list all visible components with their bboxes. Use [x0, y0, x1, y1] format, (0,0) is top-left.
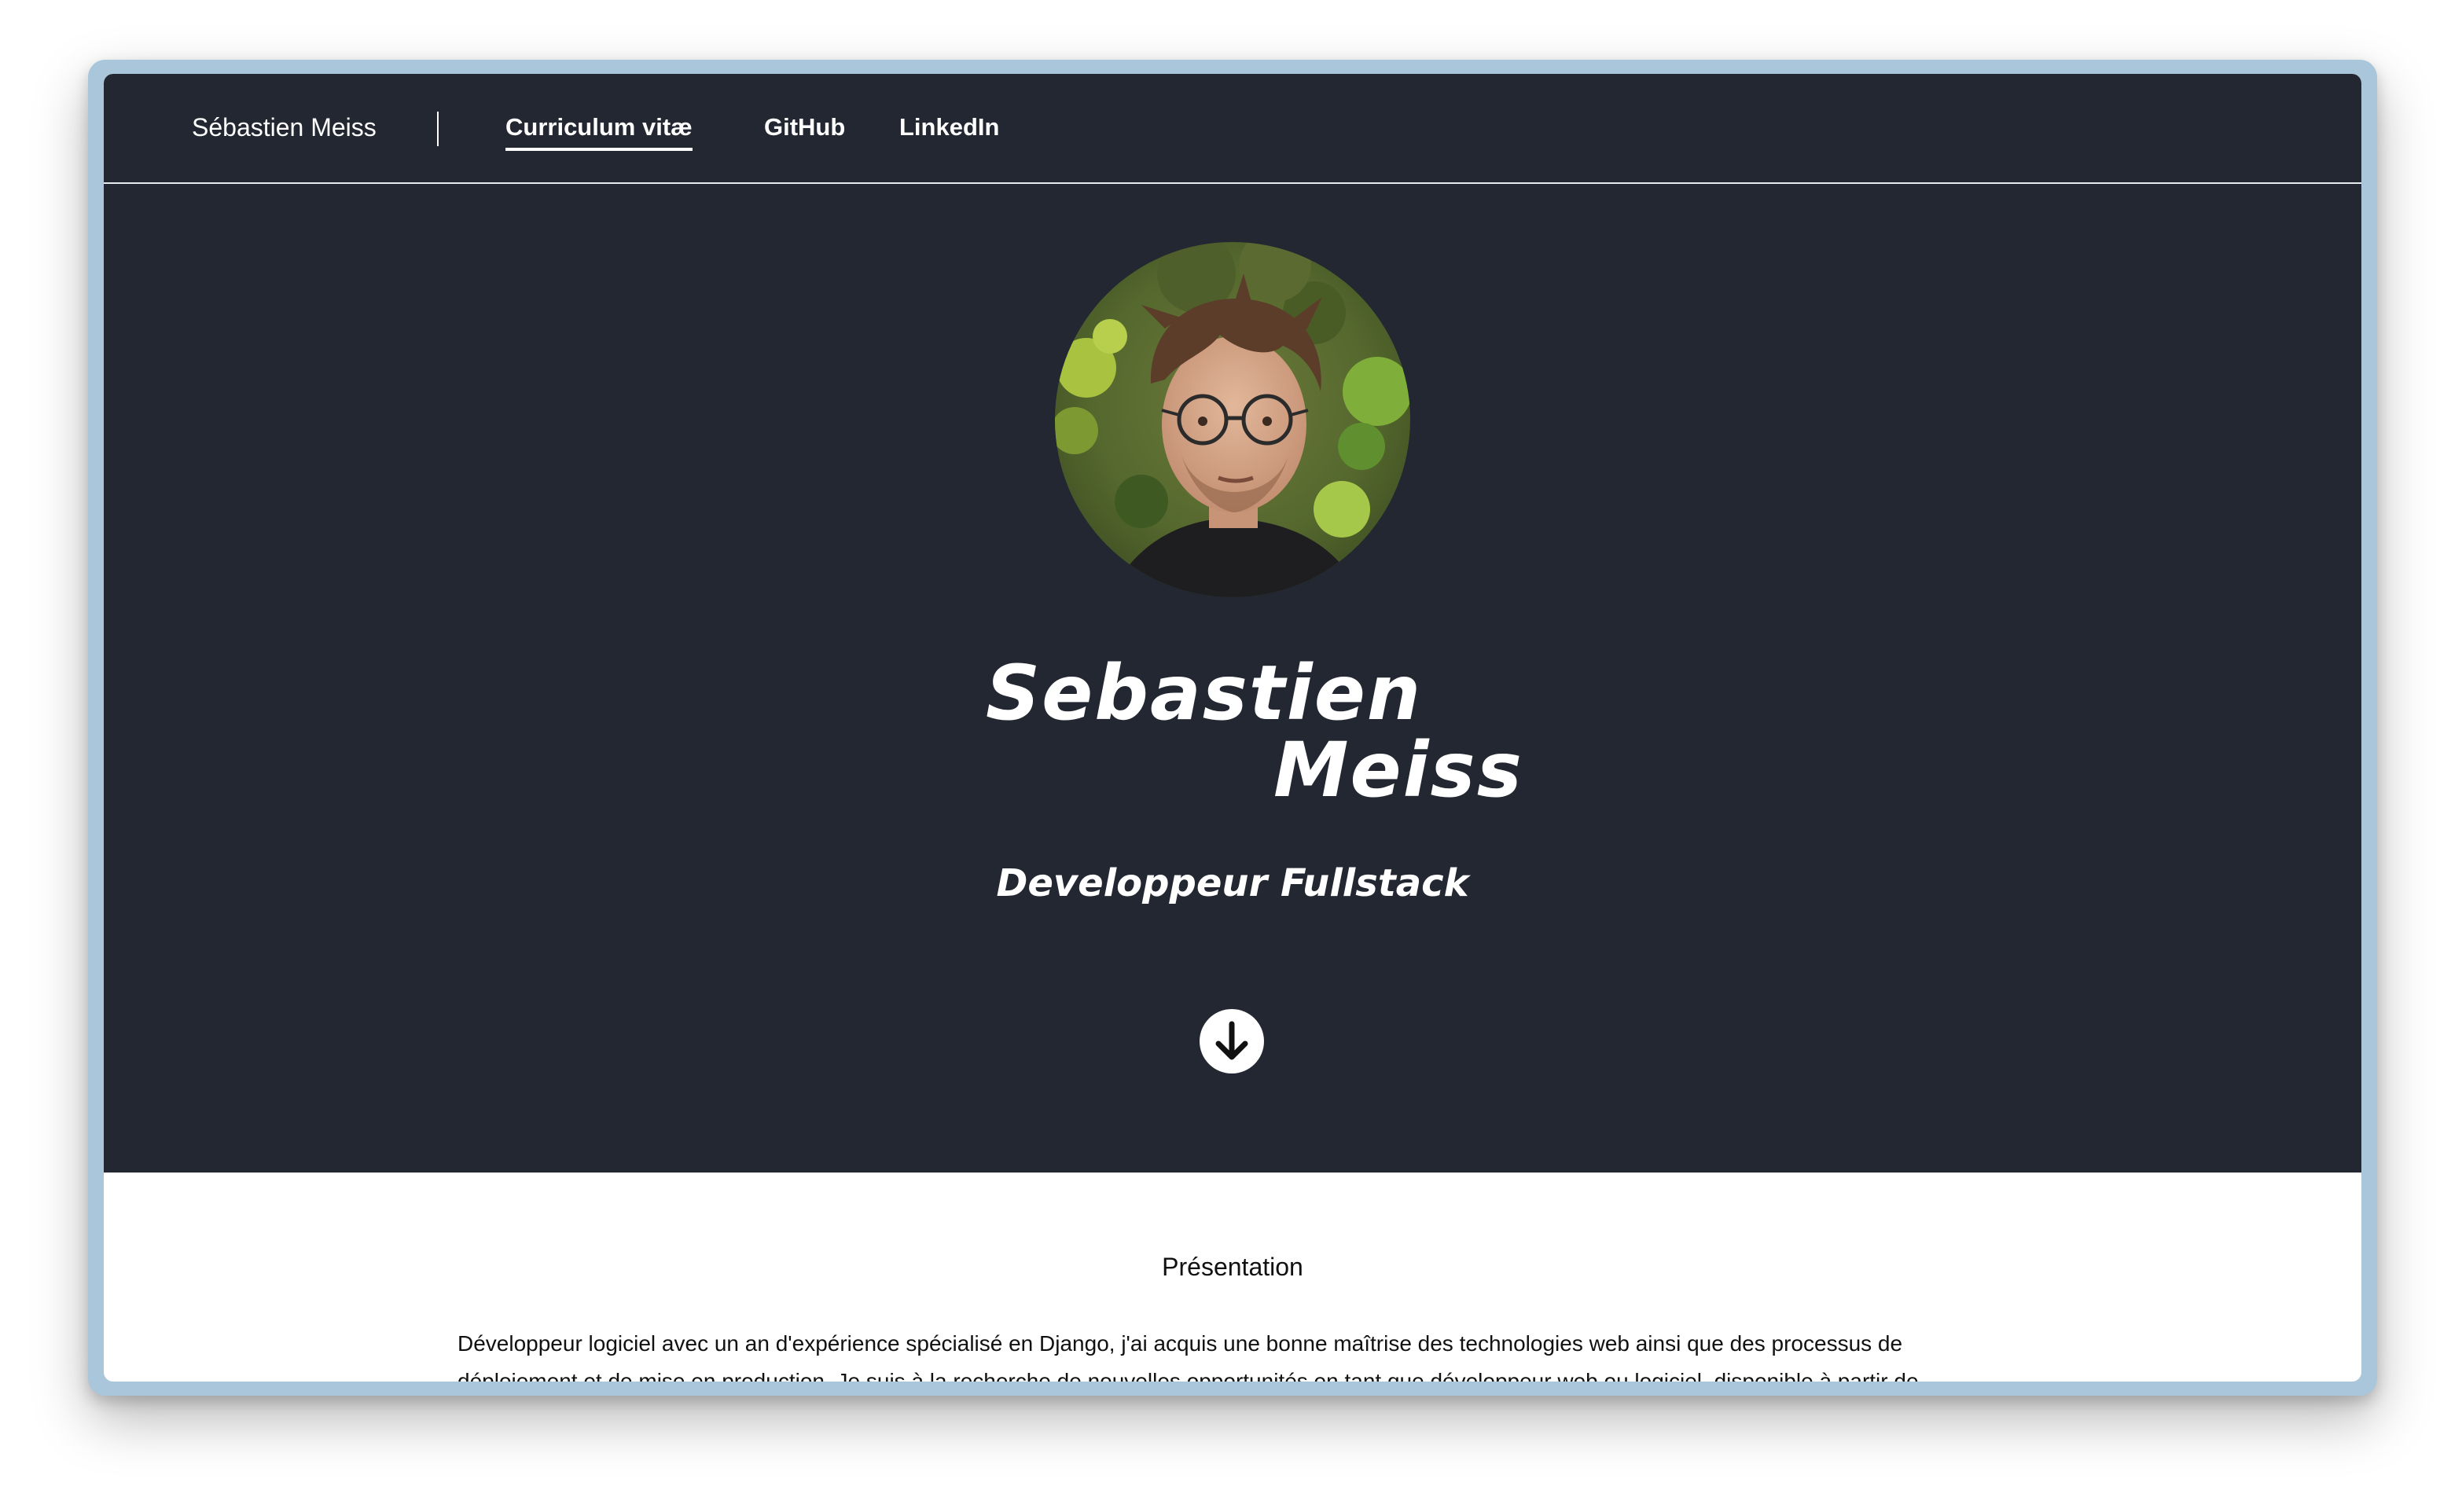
nav-link-linkedin[interactable]: LinkedIn [899, 113, 999, 141]
browser-window: Sébastien Meiss Curriculum vitæ GitHub L… [88, 60, 2377, 1396]
nav-divider [437, 112, 439, 146]
page-viewport: Sébastien Meiss Curriculum vitæ GitHub L… [104, 74, 2361, 1382]
scroll-down-button[interactable] [1200, 1009, 1264, 1073]
hero-first-name: Sebastien [986, 649, 1423, 737]
arrow-down-circle-icon [1215, 1021, 1248, 1060]
screenshot-stage: Sébastien Meiss Curriculum vitæ GitHub L… [0, 0, 2462, 1512]
nav-link-curriculum-vitae[interactable]: Curriculum vitæ [505, 113, 693, 151]
presentation-heading: Présentation [1162, 1253, 1303, 1281]
top-navbar: Sébastien Meiss Curriculum vitæ GitHub L… [104, 74, 2361, 184]
nav-link-github[interactable]: GitHub [764, 113, 845, 141]
hero-job-title: Developpeur Fullstack [996, 861, 1469, 905]
hero-section: Sébastien Meiss Curriculum vitæ GitHub L… [104, 74, 2361, 1173]
presentation-paragraph: Développeur logiciel avec un an d'expéri… [457, 1331, 1919, 1382]
hero-last-name: Meiss [1273, 726, 1523, 814]
profile-avatar [1055, 242, 1410, 597]
brand-link[interactable]: Sébastien Meiss [192, 113, 377, 142]
